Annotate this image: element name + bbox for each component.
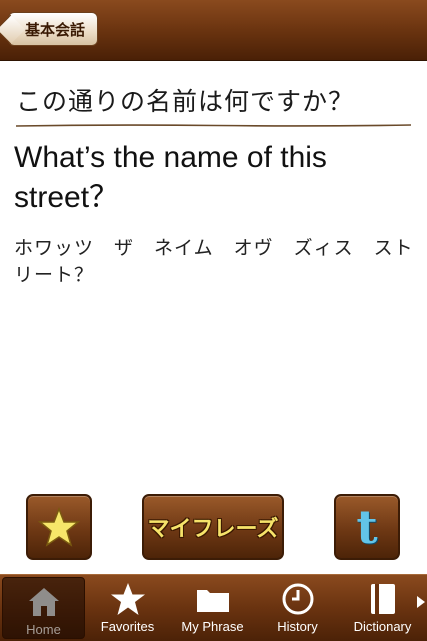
navigation-bar: 基本会話 [0, 0, 427, 61]
star-icon [110, 583, 145, 615]
more-tabs-arrow-icon[interactable] [417, 596, 425, 608]
tab-home[interactable]: Home [2, 577, 85, 639]
star-icon [38, 506, 80, 547]
tab-favorites-label: Favorites [100, 619, 155, 634]
clock-icon [282, 583, 313, 615]
add-favorite-button[interactable] [26, 494, 92, 560]
tab-history-label: History [277, 619, 318, 634]
twitter-share-button[interactable]: t [334, 494, 400, 560]
back-button[interactable]: 基本会話 [8, 12, 99, 46]
english-phrase: What’s the name of this street？ [14, 141, 327, 214]
folder-icon [196, 590, 229, 612]
tab-home-label: Home [26, 622, 61, 637]
tab-dictionary-label: Dictionary [353, 619, 412, 634]
back-button-label: 基本会話 [25, 20, 86, 39]
my-phrase-button[interactable]: マイフレーズ [142, 494, 284, 560]
tab-my-phrase-label: My Phrase [181, 619, 244, 634]
twitter-icon: t [356, 500, 378, 554]
divider [16, 124, 411, 127]
tab-history[interactable]: History [255, 575, 340, 641]
tab-my-phrase[interactable]: My Phrase [170, 575, 255, 641]
tab-favorites[interactable]: Favorites [85, 575, 170, 641]
my-phrase-button-label: マイフレーズ [147, 517, 279, 542]
pronunciation-reading: ホワッツ ザ ネイム オヴ ズィス ストリート？ [14, 237, 414, 286]
japanese-phrase: この通りの名前は何ですか？ [16, 87, 355, 116]
book-icon [370, 584, 395, 614]
home-icon [28, 588, 59, 616]
tab-bar: Home Favorites My Phrase History Diction… [0, 574, 427, 641]
tab-dictionary[interactable]: Dictionary [340, 575, 425, 641]
